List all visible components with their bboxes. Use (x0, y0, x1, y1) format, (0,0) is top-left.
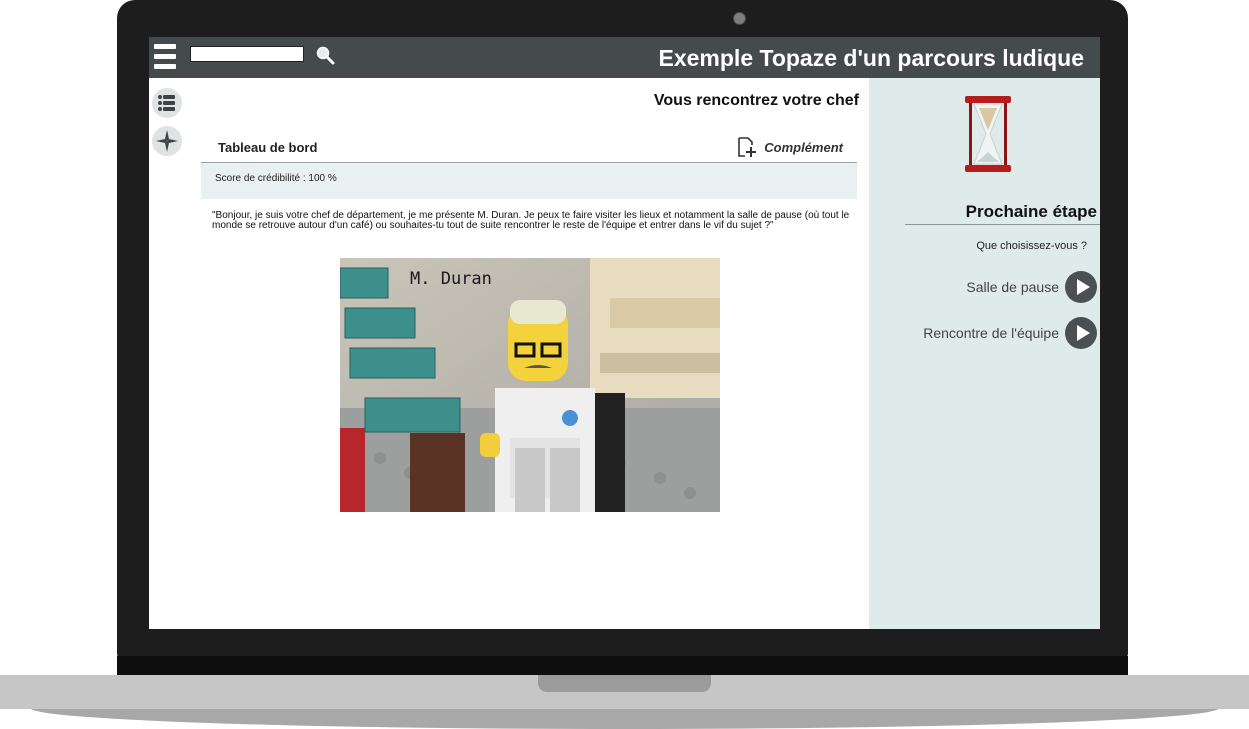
hamburger-icon[interactable] (154, 44, 176, 70)
dialogue-text: "Bonjour, je suis votre chef de départem… (212, 210, 850, 231)
add-document-icon (738, 137, 757, 157)
scene-title: Vous rencontrez votre chef (653, 92, 859, 109)
main-content: Vous rencontrez votre chef Tableau de bo… (189, 78, 869, 629)
lego-chef-illustration: M. Duran (339, 258, 720, 513)
magnifier-icon[interactable] (315, 45, 335, 65)
list-icon (158, 95, 175, 111)
app-screen: Exemple Topaze d'un parcours ludique Vou… (149, 37, 1100, 629)
choice-salle-de-pause[interactable]: Salle de pause (966, 271, 1097, 303)
laptop-notch (538, 675, 711, 692)
left-toolbar (149, 78, 189, 629)
divider (905, 224, 1100, 225)
choice-label: Salle de pause (966, 279, 1059, 295)
play-icon[interactable] (1065, 271, 1097, 303)
credibility-score: Score de crédibilité : 100 % (215, 173, 337, 184)
app-title: Exemple Topaze d'un parcours ludique (658, 45, 1085, 71)
complement-label: Complément (764, 139, 843, 155)
outline-button[interactable] (152, 88, 182, 118)
hourglass-icon (965, 96, 1011, 172)
complement-button[interactable]: Complément (736, 135, 843, 159)
compass-icon (156, 130, 178, 152)
camera-icon (733, 12, 746, 25)
photo-caption: M. Duran (410, 269, 492, 289)
search-input[interactable] (190, 46, 304, 62)
next-step-title: Prochaine étape (965, 202, 1097, 221)
dashboard-panel: Tableau de bord Complément Score de créd… (201, 130, 857, 200)
top-bar: Exemple Topaze d'un parcours ludique (149, 37, 1100, 78)
play-icon[interactable] (1065, 317, 1097, 349)
choice-rencontre-equipe[interactable]: Rencontre de l'équipe (923, 317, 1097, 349)
choice-label: Rencontre de l'équipe (923, 325, 1059, 341)
dashboard-title: Tableau de bord (218, 140, 318, 155)
laptop-hinge (117, 656, 1128, 676)
dashboard-header: Tableau de bord Complément (201, 130, 857, 163)
choice-question: Que choisissez-vous ? (976, 240, 1087, 252)
navigation-button[interactable] (152, 126, 182, 156)
right-panel: Prochaine étape Que choisissez-vous ? Sa… (869, 78, 1100, 629)
character-photo: M. Duran (339, 258, 720, 513)
laptop-base-shadow (30, 708, 1219, 729)
dashboard-body: Score de crédibilité : 100 % (201, 163, 857, 199)
